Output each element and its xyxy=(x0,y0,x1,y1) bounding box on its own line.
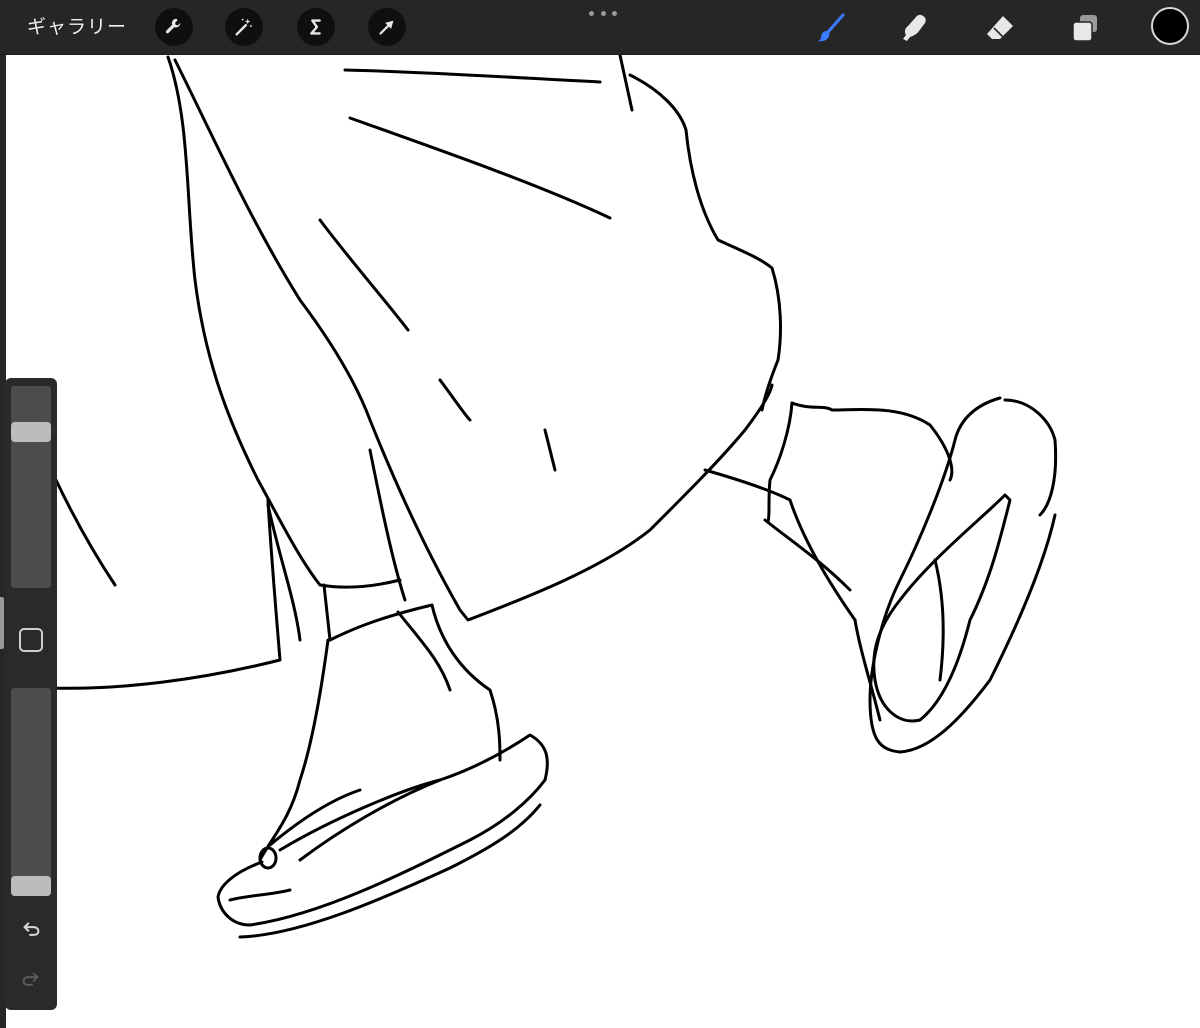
brush-size-slider[interactable] xyxy=(11,386,51,588)
arrow-cursor-icon xyxy=(379,20,394,35)
top-toolbar: ギャラリー xyxy=(0,0,1200,55)
dot-icon xyxy=(600,10,606,16)
selection-button[interactable] xyxy=(297,8,335,46)
smudge-tool-button[interactable] xyxy=(897,10,933,46)
gallery-button[interactable]: ギャラリー xyxy=(27,13,127,41)
eraser-icon xyxy=(987,16,1013,39)
wrench-icon xyxy=(165,18,181,34)
opacity-thumb[interactable] xyxy=(11,876,51,896)
dot-icon xyxy=(612,10,617,16)
brush-icon xyxy=(818,13,845,42)
magic-wand-icon xyxy=(235,18,252,36)
adjustments-button[interactable] xyxy=(225,8,263,46)
actions-button[interactable] xyxy=(155,8,193,46)
opacity-slider[interactable] xyxy=(11,688,51,896)
redo-button[interactable] xyxy=(17,964,45,992)
transform-button[interactable] xyxy=(368,8,406,46)
redo-icon xyxy=(22,972,39,986)
layers-icon xyxy=(1072,15,1097,42)
line-art-drawing xyxy=(50,55,1058,939)
color-picker-swatch[interactable] xyxy=(1151,7,1189,45)
smudge-finger-icon xyxy=(903,14,926,42)
modify-button[interactable] xyxy=(19,628,43,652)
brush-size-thumb[interactable] xyxy=(11,422,51,442)
undo-icon xyxy=(23,922,40,936)
selection-s-icon xyxy=(310,19,321,35)
drawing-canvas[interactable] xyxy=(0,55,1200,1028)
more-options-dots[interactable] xyxy=(589,6,617,20)
layers-button[interactable] xyxy=(1067,10,1103,46)
undo-button[interactable] xyxy=(17,914,45,942)
eraser-tool-button[interactable] xyxy=(982,10,1018,46)
left-sidebar xyxy=(5,378,57,1010)
dot-icon xyxy=(589,10,594,16)
brush-tool-button[interactable] xyxy=(813,10,849,46)
sidebar-toggle-handle[interactable] xyxy=(0,597,4,649)
